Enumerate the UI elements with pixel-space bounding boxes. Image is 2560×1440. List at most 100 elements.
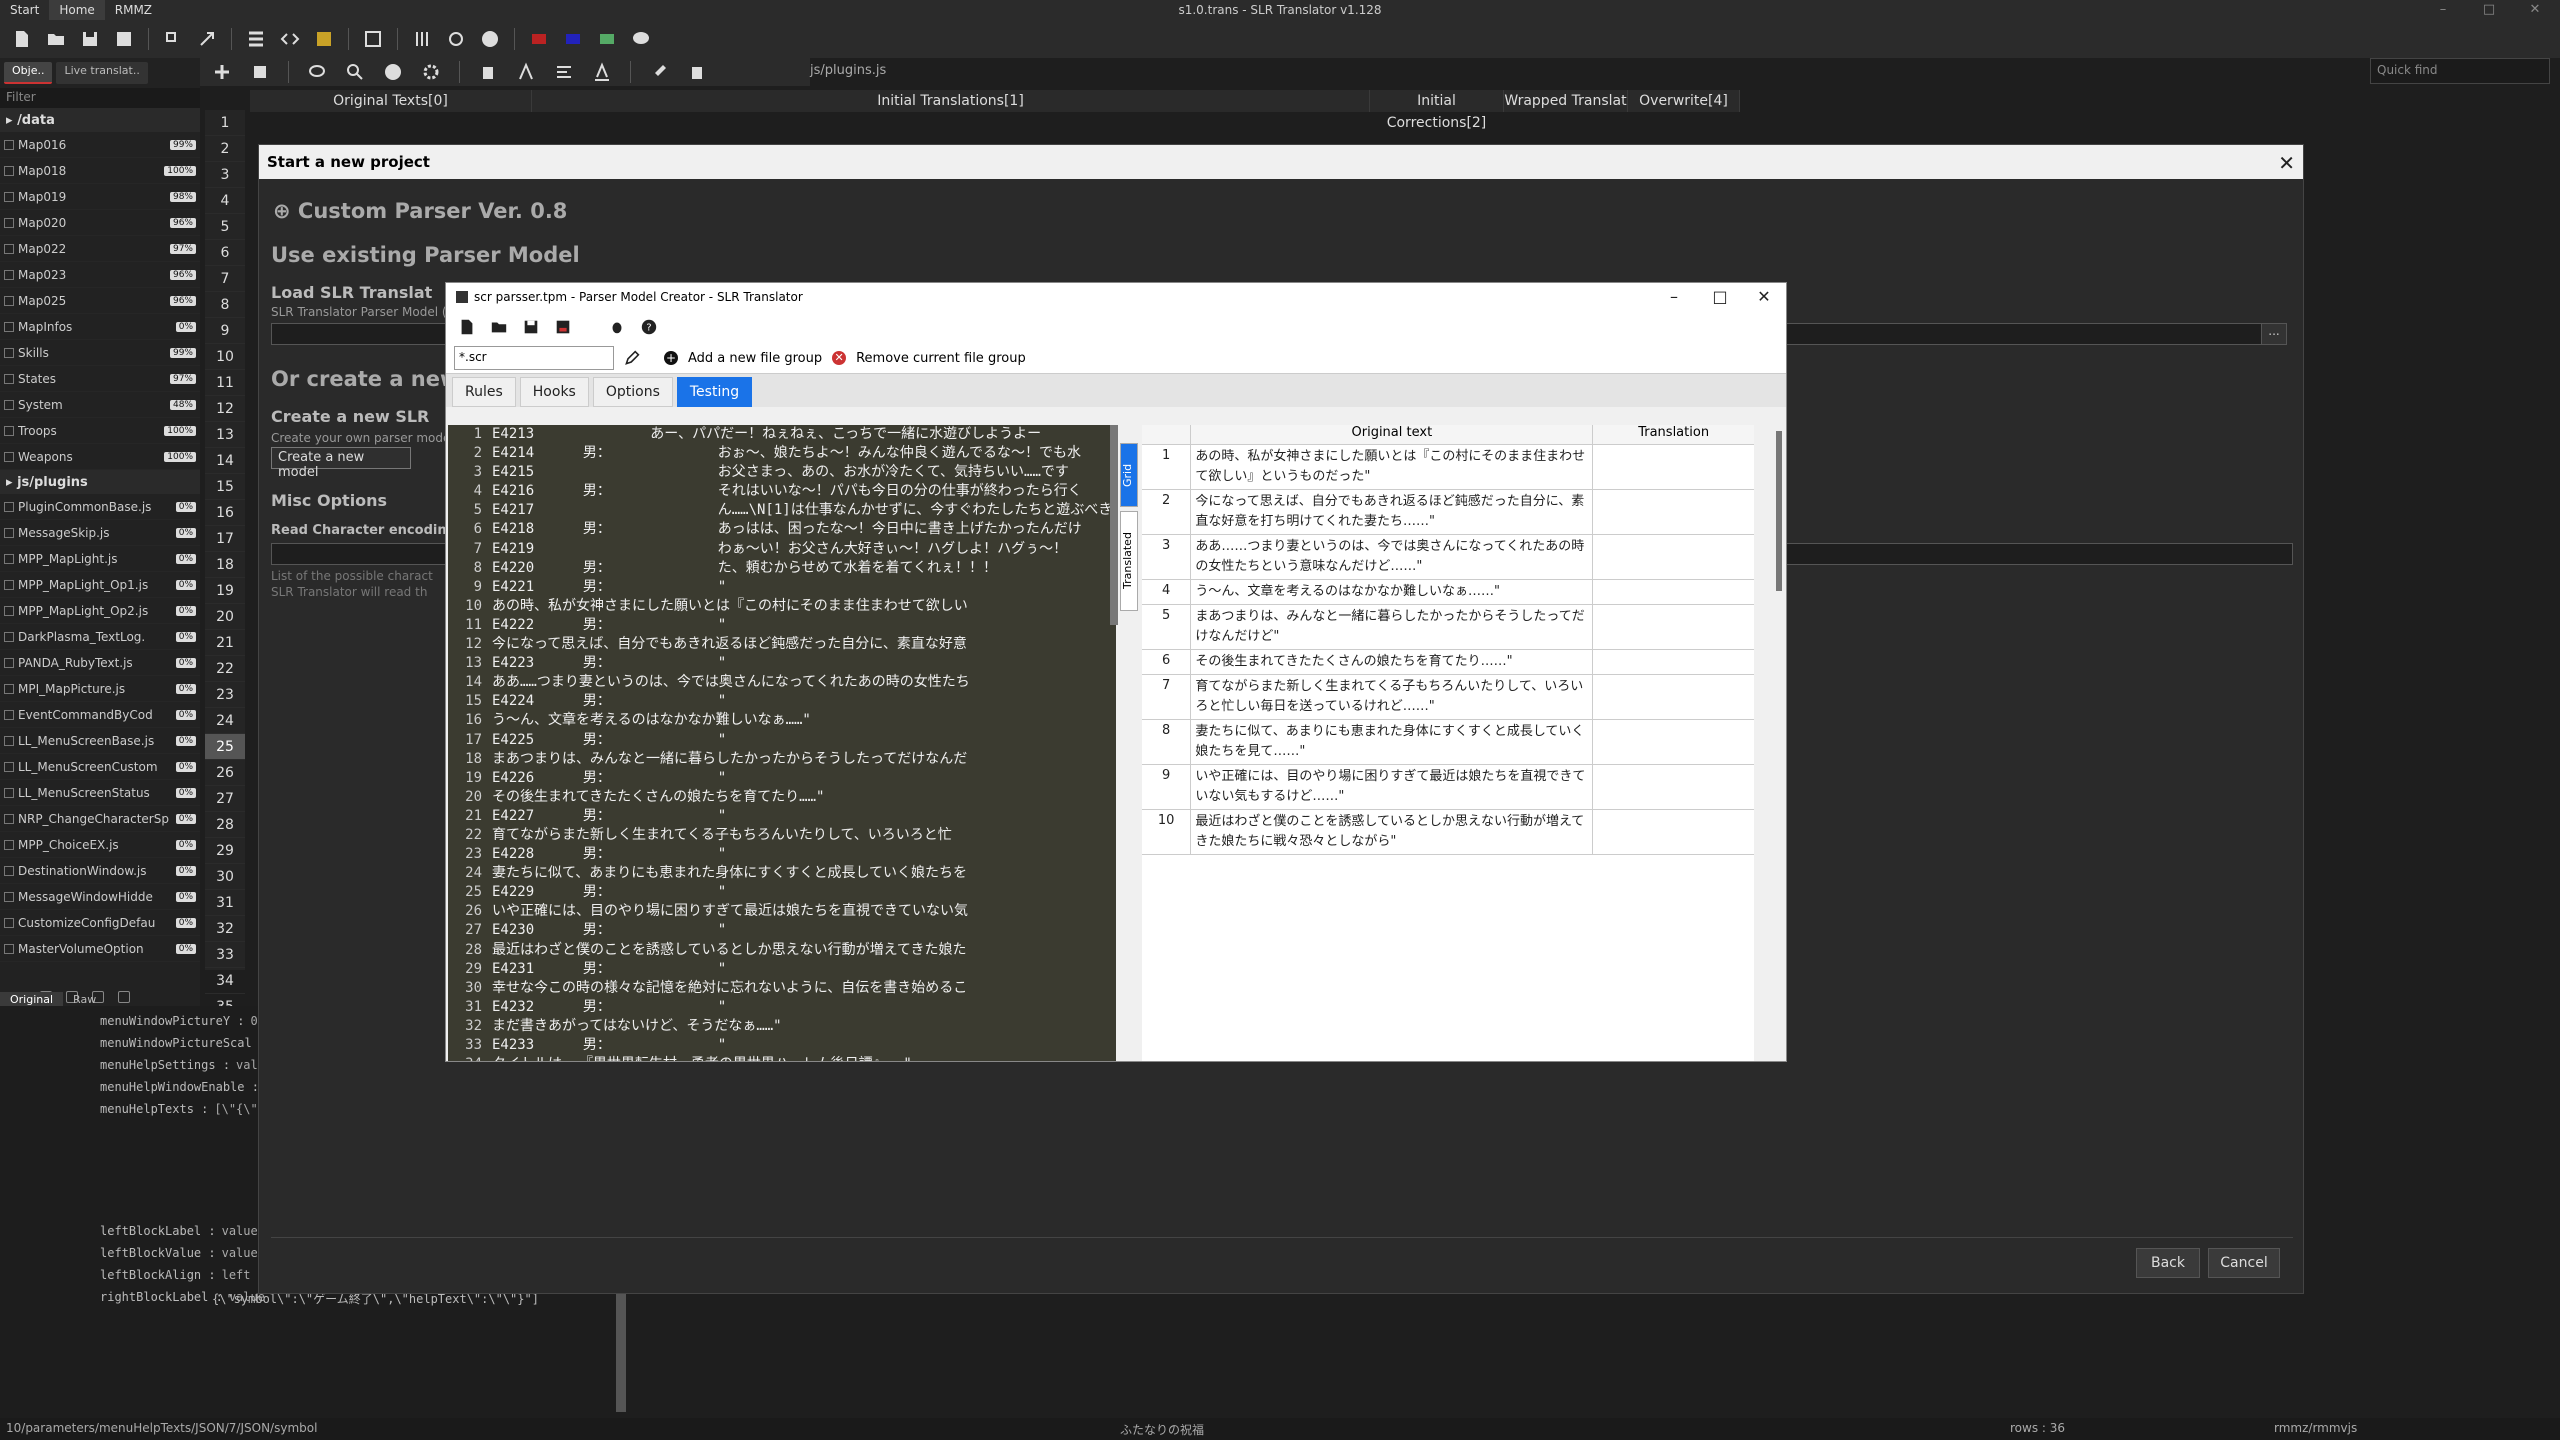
checkbox[interactable] xyxy=(4,321,14,332)
wrap-icon[interactable] xyxy=(550,58,578,86)
translation-cell[interactable] xyxy=(1593,490,1754,534)
file-item[interactable]: DarkPlasma_TextLog. 0% xyxy=(0,624,200,650)
test-grid-row[interactable]: 9 いや正確には、目のやり場に困りすぎて最近は娘たちを直視できていない気もするけど… xyxy=(1142,765,1754,810)
row-number[interactable]: 19 xyxy=(205,578,245,604)
row-number[interactable]: 20 xyxy=(205,604,245,630)
file-item[interactable]: MPP_MapLight_Op1.js 0% xyxy=(0,572,200,598)
maximize-icon[interactable]: □ xyxy=(1700,287,1740,306)
row-number[interactable]: 30 xyxy=(205,864,245,890)
folder-plugins[interactable]: ▸ js/plugins xyxy=(0,470,200,494)
remove-group-button[interactable]: Remove current file group xyxy=(856,351,1026,366)
row-number[interactable]: 4 xyxy=(205,188,245,214)
checkbox[interactable] xyxy=(4,217,14,228)
checkbox[interactable] xyxy=(4,347,14,358)
tab-hooks[interactable]: Hooks xyxy=(519,377,589,407)
file-item[interactable]: MapInfos 0% xyxy=(0,314,200,340)
add-group-button[interactable]: Add a new file group xyxy=(688,351,822,366)
file-group-select[interactable]: *.scr xyxy=(454,346,614,370)
file-item[interactable]: LL_MenuScreenCustom 0% xyxy=(0,754,200,780)
close-icon[interactable]: ✕ xyxy=(2278,151,2295,175)
row-number[interactable]: 18 xyxy=(205,552,245,578)
file-item[interactable]: MessageSkip.js 0% xyxy=(0,520,200,546)
property-row[interactable]: leftBlockLabel : value xyxy=(100,1224,258,1238)
grid-view-icon[interactable] xyxy=(242,25,270,53)
checkbox[interactable] xyxy=(4,631,14,642)
new-project-icon[interactable] xyxy=(8,25,36,53)
row-number[interactable]: 8 xyxy=(205,292,245,318)
checkbox[interactable] xyxy=(4,787,14,798)
checkbox[interactable] xyxy=(4,425,14,436)
file-item[interactable]: Map016 99% xyxy=(0,132,200,158)
file-item[interactable]: Map019 98% xyxy=(0,184,200,210)
row-number[interactable]: 2 xyxy=(205,136,245,162)
row-number[interactable]: 6 xyxy=(205,240,245,266)
file-item[interactable]: MPP_MapLight.js 0% xyxy=(0,546,200,572)
checkbox[interactable] xyxy=(4,917,14,928)
file-item[interactable]: MasterVolumeOption 0% xyxy=(0,936,200,962)
checkbox[interactable] xyxy=(4,243,14,254)
col-initial-translations[interactable]: Initial Translations[1] xyxy=(532,90,1370,112)
translation-cell[interactable] xyxy=(1593,675,1754,719)
test-grid-row[interactable]: 7 育てながらまた新しく生まれてくる子もちろんいたりして、いろいろと忙しい毎日を送… xyxy=(1142,675,1754,720)
property-row[interactable]: menuHelpTexts : [\"{\" xyxy=(100,1102,258,1116)
row-number[interactable]: 29 xyxy=(205,838,245,864)
col-wrapped-translation[interactable]: Wrapped Translat xyxy=(1504,90,1628,112)
file-item[interactable]: MPP_ChoiceEX.js 0% xyxy=(0,832,200,858)
checkbox[interactable] xyxy=(4,295,14,306)
test-grid-row[interactable]: 3 ああ……つまり妻というのは、今では奥さんになってくれたあの時の女性たちという意… xyxy=(1142,535,1754,580)
property-value[interactable]: [\"{\" xyxy=(214,1102,257,1116)
import-icon[interactable] xyxy=(159,25,187,53)
row-number[interactable]: 15 xyxy=(205,474,245,500)
checkbox[interactable] xyxy=(4,683,14,694)
broom-icon[interactable] xyxy=(645,58,673,86)
checkbox[interactable] xyxy=(4,139,14,150)
file-item[interactable]: Skills 99% xyxy=(0,340,200,366)
translation-cell[interactable] xyxy=(1593,605,1754,649)
row-number[interactable]: 10 xyxy=(205,344,245,370)
row-number[interactable]: 26 xyxy=(205,760,245,786)
help-icon[interactable]: ? xyxy=(640,318,658,336)
properties-scrollbar[interactable] xyxy=(616,1292,626,1412)
row-number[interactable]: 1 xyxy=(205,110,245,136)
back-button[interactable]: Back xyxy=(2136,1248,2200,1278)
code-icon[interactable] xyxy=(276,25,304,53)
row-number[interactable]: 3 xyxy=(205,162,245,188)
row-number[interactable]: 27 xyxy=(205,786,245,812)
blue-flag-icon[interactable] xyxy=(559,25,587,53)
tab-live-translate[interactable]: Live translat.. xyxy=(56,62,148,84)
property-value[interactable]: value xyxy=(222,1246,258,1260)
green-flag-icon[interactable] xyxy=(593,25,621,53)
test-grid-row[interactable]: 10 最近はわざと僕のことを誘惑しているとしか思えない行動が増えてきた娘たちに戦々… xyxy=(1142,810,1754,855)
checkbox[interactable] xyxy=(4,839,14,850)
file-item[interactable]: NRP_ChangeCharacterSp 0% xyxy=(0,806,200,832)
row-number[interactable]: 23 xyxy=(205,682,245,708)
menu-start[interactable]: Start xyxy=(0,0,49,20)
new-file-icon[interactable] xyxy=(458,318,476,336)
file-item[interactable]: Map022 97% xyxy=(0,236,200,262)
bug-icon[interactable] xyxy=(608,318,626,336)
edit-icon[interactable] xyxy=(624,350,640,366)
info-icon[interactable] xyxy=(379,58,407,86)
tab-testing[interactable]: Testing xyxy=(676,377,753,407)
row-number[interactable]: 12 xyxy=(205,396,245,422)
translation-cell[interactable] xyxy=(1593,810,1754,854)
menu-rmmz[interactable]: RMMZ xyxy=(105,0,162,20)
highlight-icon[interactable] xyxy=(310,25,338,53)
create-model-button[interactable]: Create a new model xyxy=(271,447,411,480)
property-value[interactable]: left xyxy=(222,1268,251,1282)
red-flag-icon[interactable] xyxy=(525,25,553,53)
row-number[interactable]: 24 xyxy=(205,708,245,734)
tools-icon[interactable] xyxy=(408,25,436,53)
col-original-text[interactable]: Original text xyxy=(1191,425,1594,444)
row-number[interactable]: 21 xyxy=(205,630,245,656)
property-row[interactable]: menuWindowPictureY : 0 xyxy=(100,1014,258,1028)
save-icon[interactable] xyxy=(76,25,104,53)
tab-rules[interactable]: Rules xyxy=(452,377,516,407)
property-row[interactable]: leftBlockAlign : left xyxy=(100,1268,251,1282)
window-icon[interactable] xyxy=(359,25,387,53)
tab-translated[interactable]: Translated xyxy=(1120,511,1138,611)
checkbox[interactable] xyxy=(4,451,14,462)
checkbox[interactable] xyxy=(4,761,14,772)
test-text-editor[interactable]: 1 E4213 あー、パパだー！ねぇねぇ、こっちで一緒に水遊びしようよー 2 E421… xyxy=(448,425,1116,1061)
quick-find-input[interactable]: Quick find xyxy=(2370,58,2550,84)
